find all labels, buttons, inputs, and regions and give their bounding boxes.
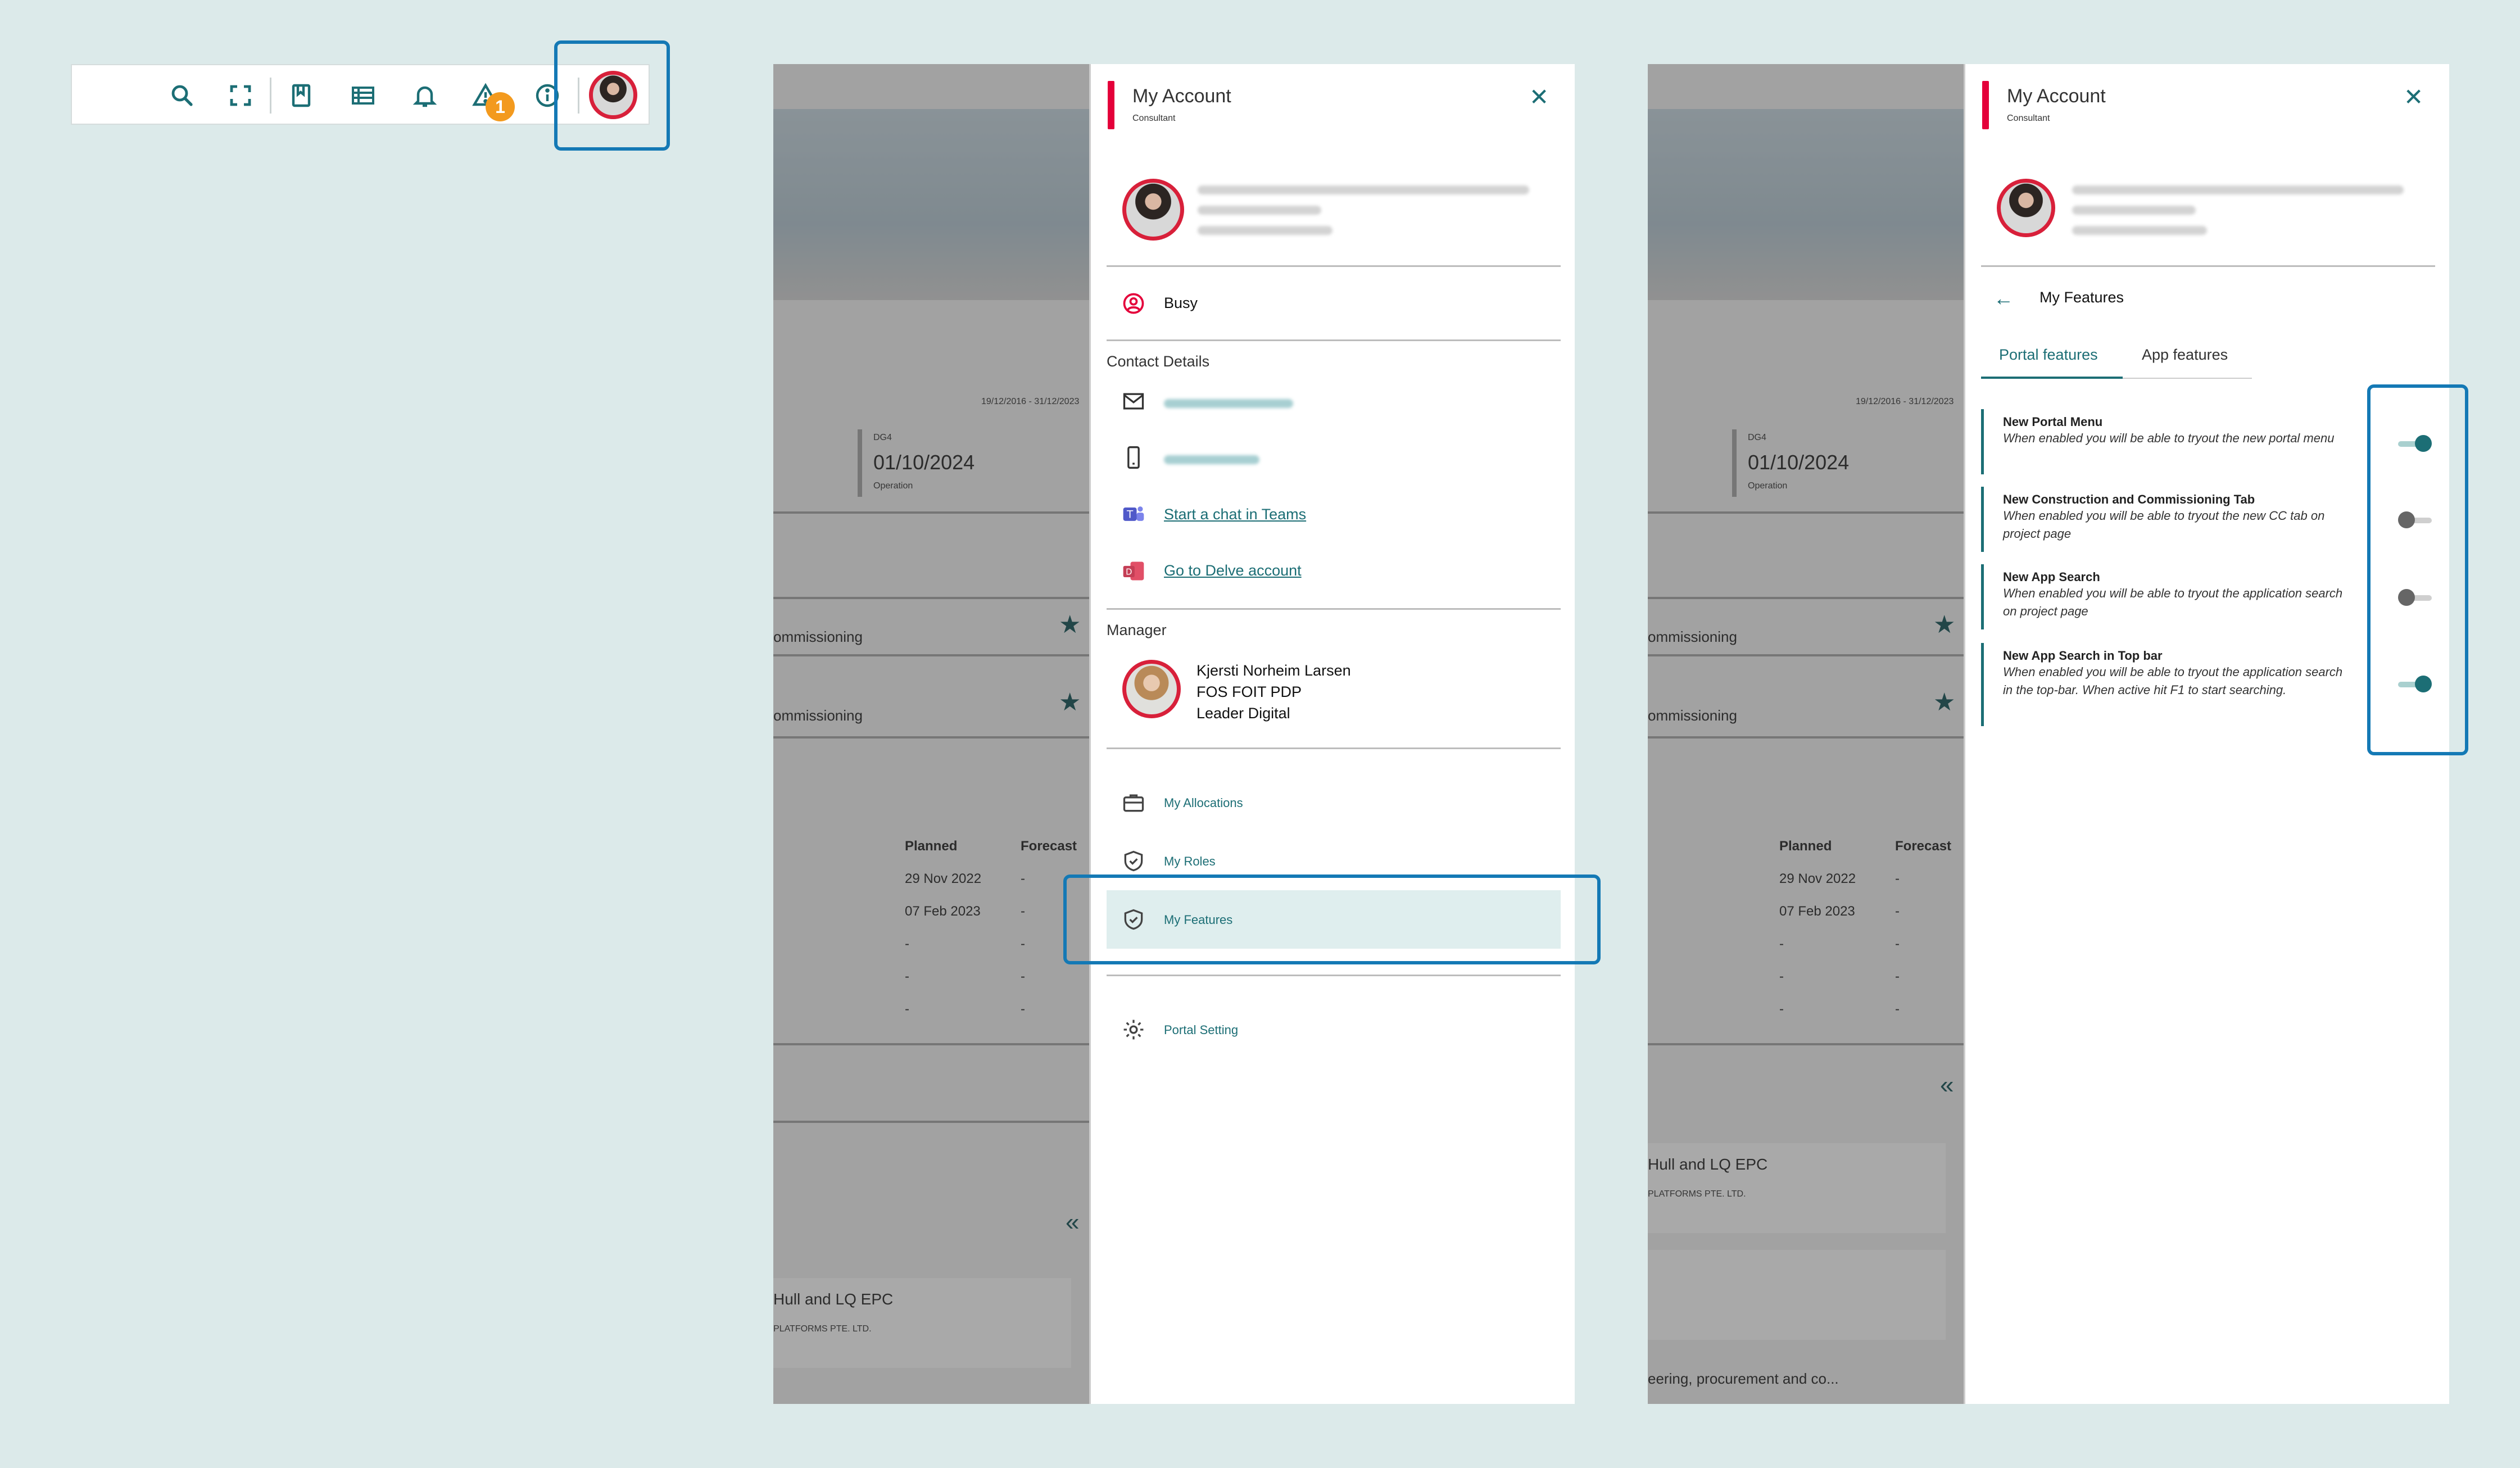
feature-title: New Portal Menu xyxy=(2003,415,2103,429)
teams-icon: T xyxy=(1121,501,1146,526)
feature-item: New App Search in Top bar When enabled y… xyxy=(1981,643,2363,726)
feature-title: New App Search in Top bar xyxy=(2003,649,2163,663)
feature-desc: When enabled you will be able to tryout … xyxy=(2003,431,2335,445)
bookmark-icon[interactable] xyxy=(288,82,315,109)
highlight-my-features xyxy=(1063,875,1601,964)
highlight-avatar xyxy=(554,40,670,151)
background-app-right: 19/12/2016 - 31/12/2023 DG4 01/10/2024 O… xyxy=(1648,64,1966,1404)
manager-title: Leader Digital xyxy=(1196,705,1290,722)
search-icon[interactable] xyxy=(169,82,196,109)
background-app-left: 19/12/2016 - 31/12/2023 DG4 01/10/2024 O… xyxy=(773,64,1091,1404)
menu-my-allocations[interactable]: My Allocations xyxy=(1164,796,1243,810)
list-icon[interactable] xyxy=(350,82,377,109)
my-account-drawer: My Account Consultant ✕ Busy Contact Det… xyxy=(1089,64,1575,1404)
manager-name: Kjersti Norheim Larsen xyxy=(1196,662,1351,679)
manager-avatar xyxy=(1122,660,1181,718)
delve-account-link[interactable]: Go to Delve account xyxy=(1164,562,1302,579)
contact-heading: Contact Details xyxy=(1107,353,1210,370)
feature-title: New Construction and Commissioning Tab xyxy=(2003,492,2255,506)
feature-item: New Portal Menu When enabled you will be… xyxy=(1981,409,2363,474)
gear-icon xyxy=(1121,1017,1146,1042)
warning-count-badge: 1 xyxy=(486,92,515,121)
drawer-title: My Account xyxy=(1132,85,1231,107)
mail-icon xyxy=(1121,389,1146,414)
bell-icon[interactable] xyxy=(411,82,438,109)
status-icon xyxy=(1121,291,1146,316)
drawer-title: My Account xyxy=(2007,85,2106,107)
back-arrow-icon[interactable]: ← xyxy=(1993,287,2014,310)
phone-icon xyxy=(1121,445,1146,470)
delve-icon: D xyxy=(1121,559,1146,583)
feature-desc: When enabled you will be able to tryout … xyxy=(2003,665,2343,697)
close-icon[interactable]: ✕ xyxy=(1529,83,1549,111)
drawer-role: Consultant xyxy=(1132,114,1176,123)
fullscreen-icon[interactable] xyxy=(227,82,254,109)
teams-chat-link[interactable]: Start a chat in Teams xyxy=(1164,506,1306,523)
status-text[interactable]: Busy xyxy=(1164,294,1198,312)
highlight-toggles xyxy=(2367,384,2468,755)
shield-icon xyxy=(1121,849,1146,873)
briefcase-icon xyxy=(1121,790,1146,815)
tab-app-features[interactable]: App features xyxy=(2142,346,2228,364)
features-title: My Features xyxy=(2039,289,2124,306)
manager-dept: FOS FOIT PDP xyxy=(1196,683,1302,700)
svg-text:D: D xyxy=(1126,567,1132,577)
feature-desc: When enabled you will be able to tryout … xyxy=(2003,509,2325,541)
svg-text:T: T xyxy=(1126,509,1134,520)
profile-avatar xyxy=(1997,179,2055,237)
feature-title: New App Search xyxy=(2003,570,2100,584)
drawer-role: Consultant xyxy=(2007,114,2050,123)
menu-my-roles[interactable]: My Roles xyxy=(1164,854,1216,869)
manager-heading: Manager xyxy=(1107,622,1167,638)
close-icon[interactable]: ✕ xyxy=(2404,83,2423,111)
feature-desc: When enabled you will be able to tryout … xyxy=(2003,586,2343,618)
profile-avatar xyxy=(1122,179,1184,241)
feature-item: New App Search When enabled you will be … xyxy=(1981,564,2363,629)
feature-item: New Construction and Commissioning Tab W… xyxy=(1981,487,2363,552)
tab-portal-features[interactable]: Portal features xyxy=(1999,346,2098,364)
menu-portal-setting[interactable]: Portal Setting xyxy=(1164,1023,1238,1037)
